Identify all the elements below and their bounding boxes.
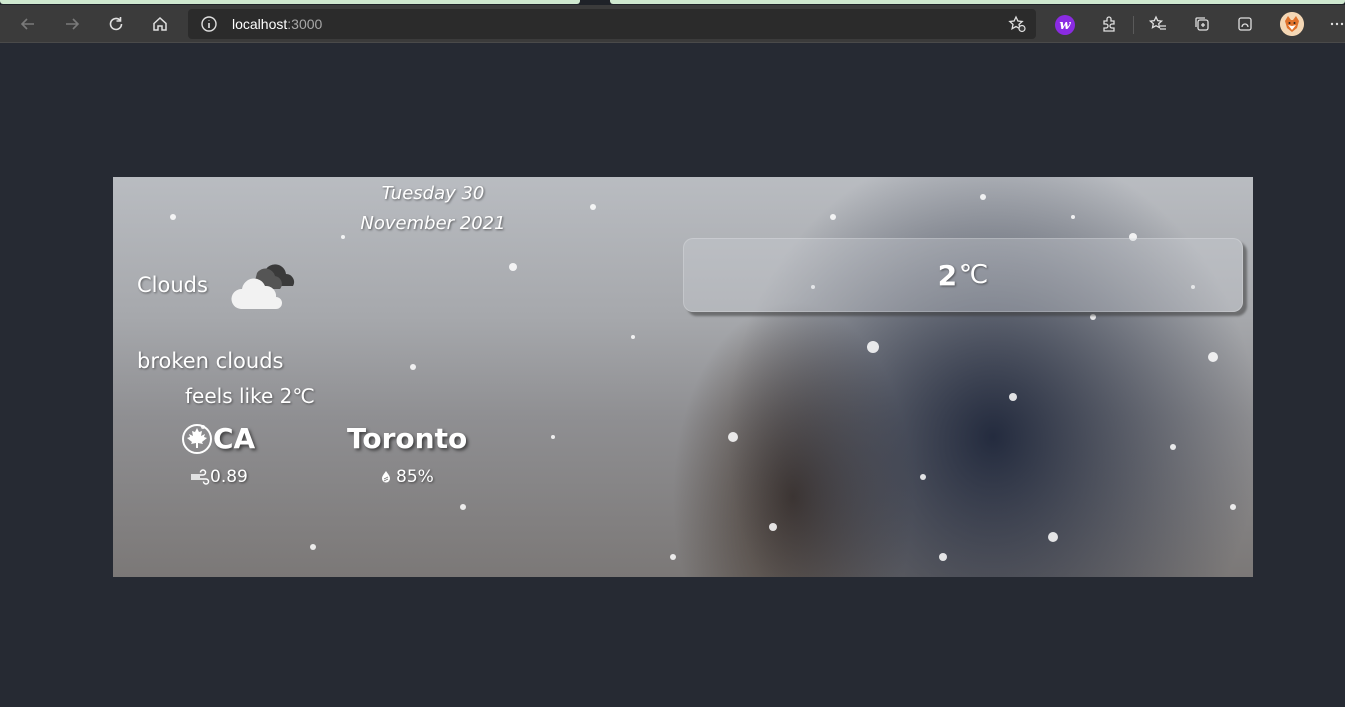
favorites-icon[interactable] — [1143, 9, 1173, 39]
add-favorite-icon[interactable] — [1008, 15, 1026, 33]
humidity: 85% — [379, 467, 434, 487]
extension-w-icon[interactable]: w — [1055, 15, 1075, 35]
extensions-icon[interactable] — [1094, 9, 1124, 39]
address-bar[interactable]: localhost:3000 — [188, 9, 1036, 39]
refresh-icon[interactable] — [101, 9, 131, 39]
url-text[interactable]: localhost:3000 — [232, 15, 322, 33]
temperature-panel: 2 ℃ — [683, 238, 1243, 312]
droplet-icon — [382, 471, 390, 483]
browser-tab-active[interactable] — [610, 0, 1345, 4]
wind-value: 0.89 — [210, 467, 248, 487]
feels-like: feels like 2℃ — [185, 384, 315, 408]
home-icon[interactable] — [145, 9, 175, 39]
humidity-value: 85% — [396, 467, 434, 487]
toolbar-divider — [1133, 16, 1134, 34]
more-options-icon[interactable] — [1322, 9, 1345, 39]
fox-avatar-icon — [1280, 12, 1304, 36]
snow-background-image — [170, 194, 1236, 561]
collections-icon[interactable] — [1187, 9, 1217, 39]
weather-condition: Clouds — [137, 273, 208, 297]
forward-icon[interactable] — [57, 9, 87, 39]
cloud-icon — [231, 264, 295, 309]
country-block: CA — [181, 422, 255, 455]
city-name: Toronto — [347, 422, 468, 455]
date-weekday: Tuesday 30 — [381, 183, 485, 204]
weather-description: broken clouds — [137, 349, 284, 373]
url-host: localhost — [232, 16, 288, 32]
weather-card: Tuesday 30 November 2021 Clouds broken c… — [113, 177, 1253, 577]
site-info-icon[interactable] — [200, 15, 218, 33]
country-code: CA — [213, 422, 256, 455]
wind-icon — [191, 469, 210, 485]
wind-speed: 0.89 — [190, 467, 248, 487]
date-month-year: November 2021 — [360, 213, 506, 234]
back-icon[interactable] — [13, 9, 43, 39]
performance-icon[interactable] — [1230, 9, 1260, 39]
url-port: :3000 — [287, 16, 323, 32]
maple-leaf-icon — [182, 423, 212, 454]
browser-tab[interactable] — [0, 0, 580, 4]
temperature-value: 2 — [937, 258, 958, 292]
profile-avatar[interactable] — [1280, 12, 1304, 36]
browser-toolbar: localhost:3000 w — [0, 5, 1345, 43]
temperature-unit: ℃ — [959, 260, 989, 290]
